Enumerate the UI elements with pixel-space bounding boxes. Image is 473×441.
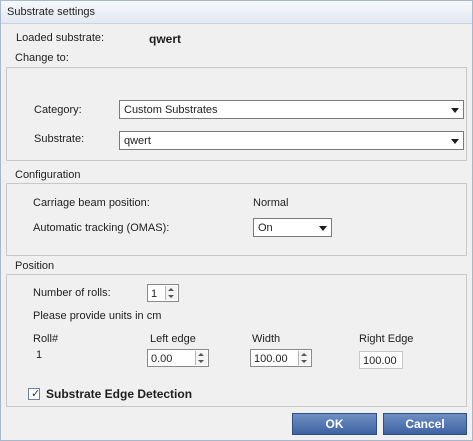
category-select-value: Custom Substrates [124,104,218,116]
position-group: Number of rolls: 1 Please provide units … [6,274,467,407]
arrow-up-icon [168,288,174,291]
loaded-substrate-value: qwert [149,32,182,46]
number-of-rolls-stepper[interactable]: 1 [147,284,179,302]
title-bar[interactable]: Substrate settings [1,1,472,24]
change-to-group: Category: Custom Substrates Substrate: q… [6,67,467,161]
width-stepper[interactable]: 100.00 [250,349,312,367]
substrate-select-value: qwert [124,135,151,147]
category-select[interactable]: Custom Substrates [119,100,464,119]
substrate-select[interactable]: qwert [119,131,464,150]
automatic-tracking-select[interactable]: On [253,218,332,237]
position-group-label: Position [15,260,55,272]
width-column-header: Width [252,333,281,345]
edge-detection-label[interactable]: Substrate Edge Detection [46,387,192,401]
left-edge-value: 0.00 [151,353,173,365]
ok-button[interactable]: OK [292,413,377,435]
arrow-up-icon [198,353,204,356]
carriage-beam-label: Carriage beam position: [33,197,150,209]
roll-number: 1 [36,349,43,361]
chevron-down-icon [451,108,459,113]
right-edge-value: 100.00 [363,355,397,367]
number-of-rolls-label: Number of rolls: [33,287,111,299]
right-edge-column-header: Right Edge [359,333,414,345]
loaded-substrate-label: Loaded substrate: [16,32,105,44]
edge-detection-checkbox[interactable]: ✓ [28,388,40,400]
arrow-down-icon [301,360,307,363]
carriage-beam-value: Normal [253,197,289,209]
roll-column-header: Roll# [33,333,59,345]
arrow-down-icon [198,360,204,363]
width-value: 100.00 [254,353,288,365]
chevron-down-icon [451,139,459,144]
chevron-down-icon [319,226,327,231]
checkmark-icon: ✓ [31,388,41,400]
change-to-group-label: Change to: [15,52,69,64]
arrow-down-icon [168,295,174,298]
arrow-up-icon [301,353,307,356]
stepper-buttons[interactable] [298,351,310,365]
configuration-group-label: Configuration [15,169,81,181]
configuration-group: Carriage beam position: Normal Automatic… [6,183,467,256]
window-title: Substrate settings [7,6,96,18]
substrate-settings-dialog: Substrate settings Loaded substrate: qwe… [0,0,473,441]
stepper-buttons[interactable] [165,286,177,300]
automatic-tracking-value: On [258,222,273,234]
right-edge-field: 100.00 [359,351,403,369]
cancel-button[interactable]: Cancel [383,413,467,435]
left-edge-stepper[interactable]: 0.00 [147,349,209,367]
units-note: Please provide units in cm [33,310,162,322]
stepper-buttons[interactable] [195,351,207,365]
left-edge-column-header: Left edge [150,333,196,345]
automatic-tracking-label: Automatic tracking (OMAS): [33,222,170,234]
number-of-rolls-value: 1 [151,288,158,300]
category-label: Category: [34,104,82,116]
substrate-label: Substrate: [34,133,85,145]
